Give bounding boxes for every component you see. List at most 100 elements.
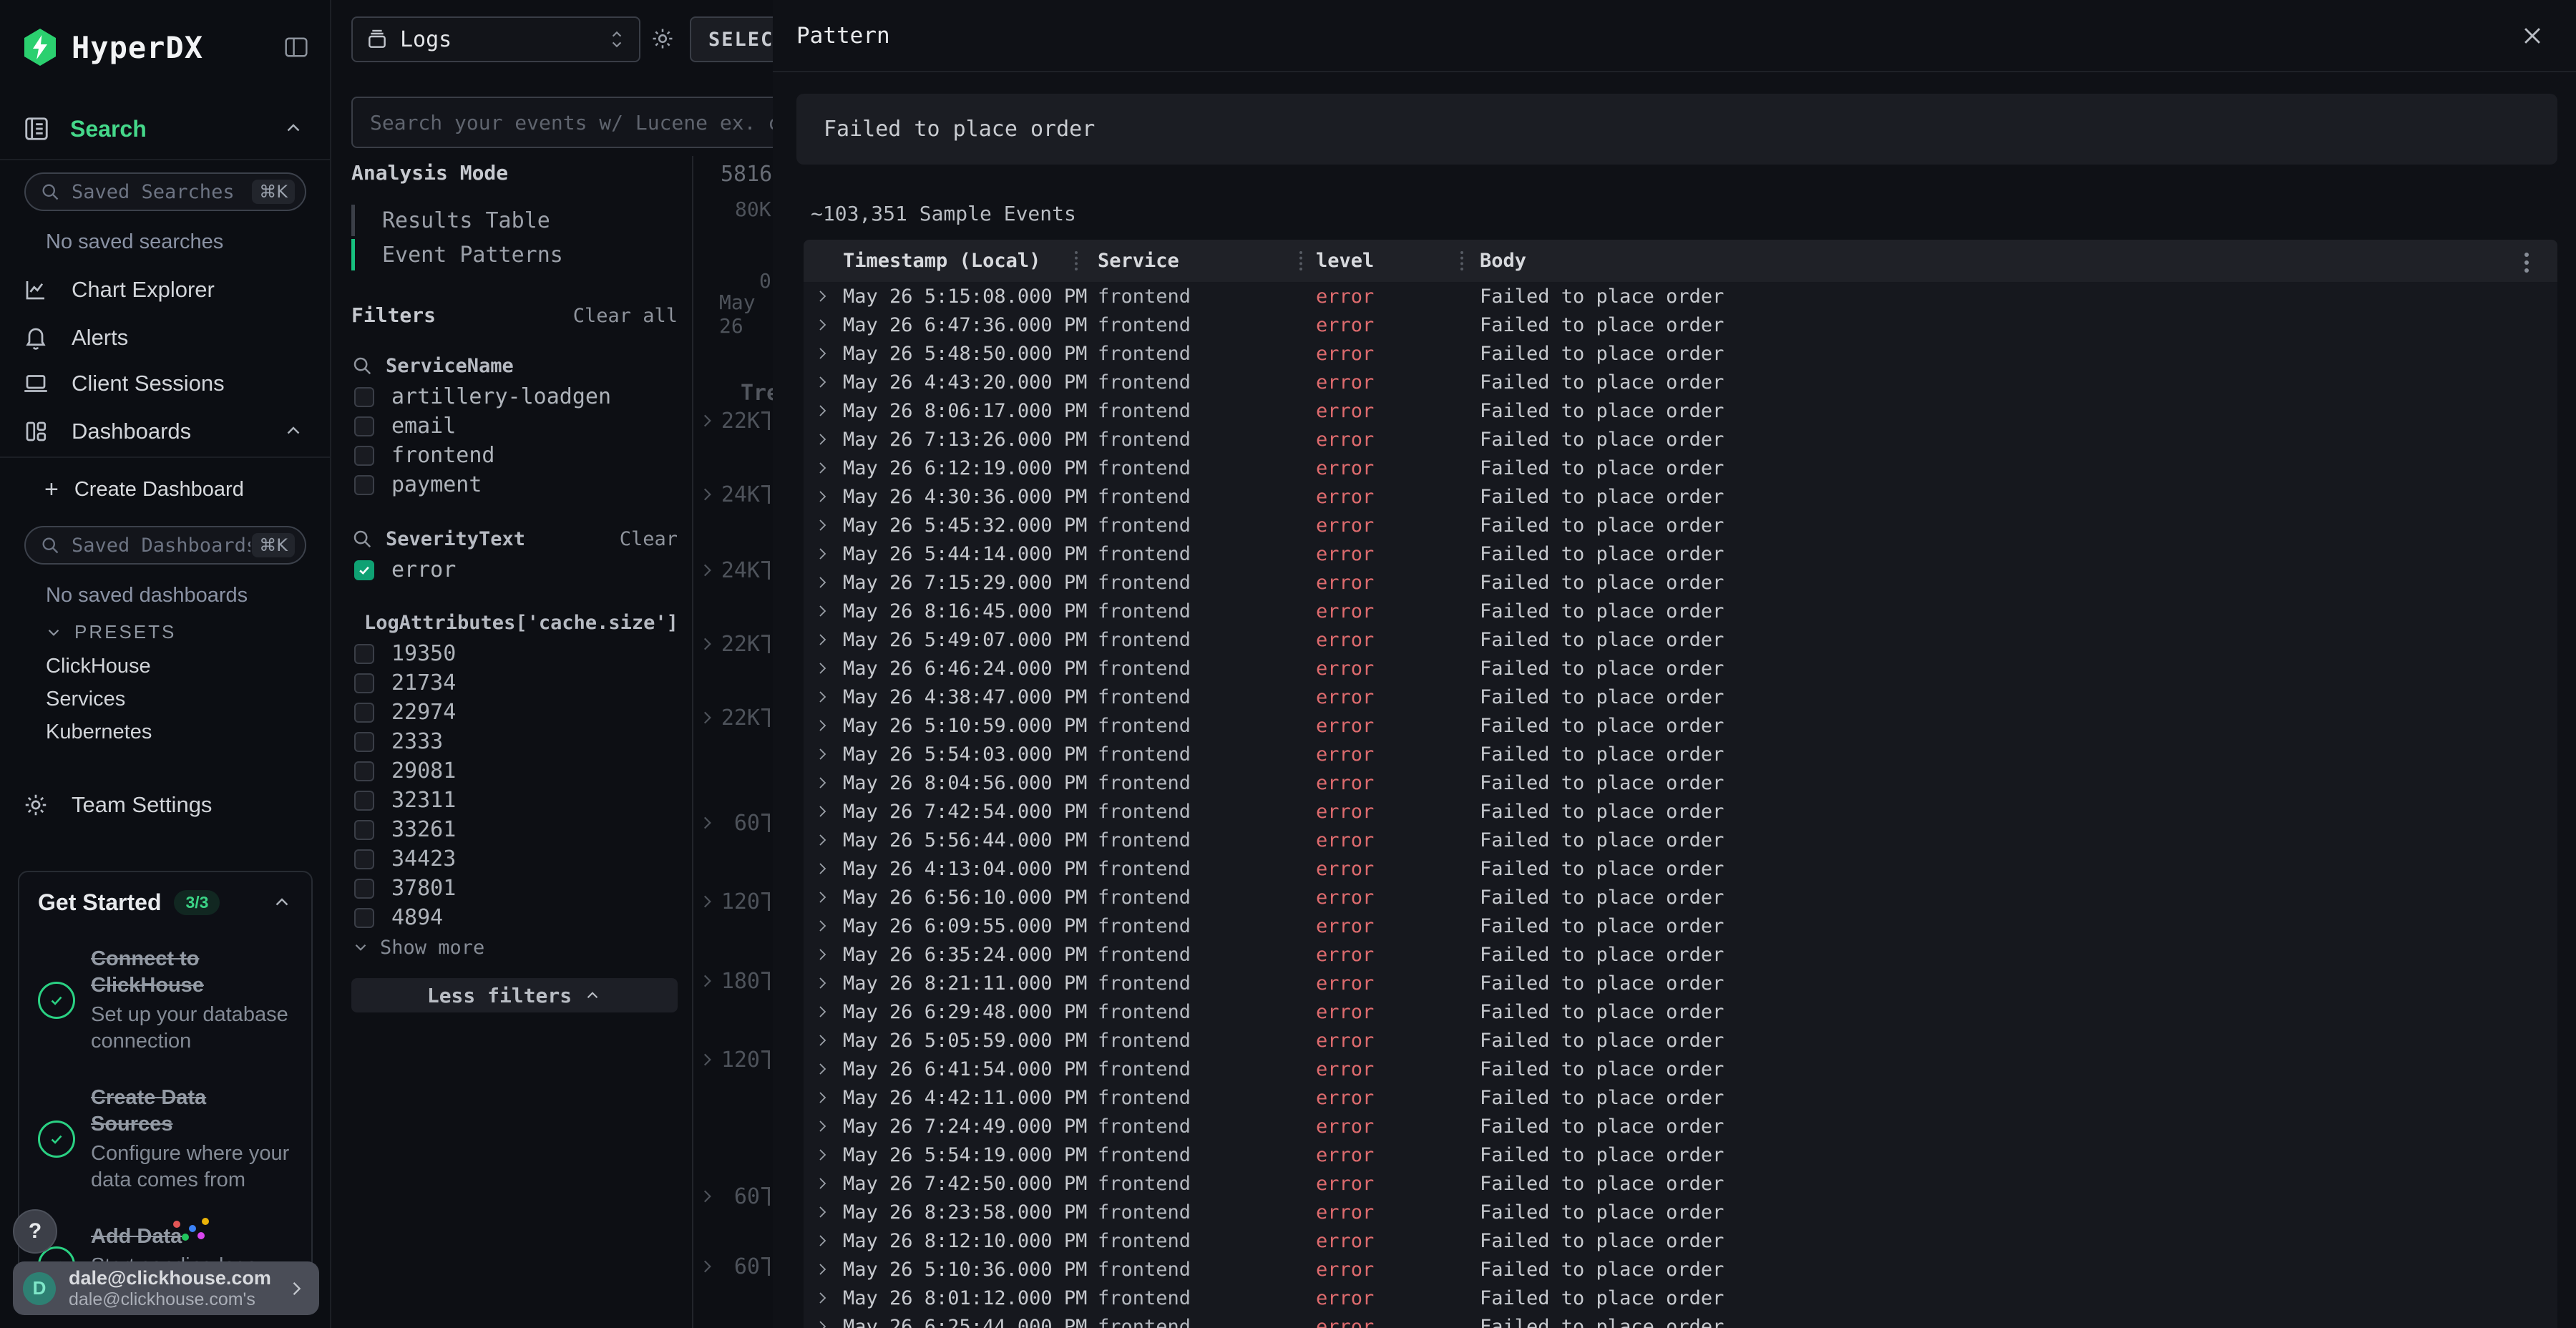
row-expand-chevron-icon[interactable]: [814, 940, 831, 969]
table-row[interactable]: May 26 4:30:36.000 PM frontend error Fai…: [804, 482, 2557, 511]
checkbox[interactable]: [354, 820, 374, 840]
table-row[interactable]: May 26 6:12:19.000 PM frontend error Fai…: [804, 454, 2557, 482]
checkbox[interactable]: [354, 416, 374, 436]
row-expand-chevron-icon[interactable]: [814, 912, 831, 940]
table-row[interactable]: May 26 5:54:03.000 PM frontend error Fai…: [804, 740, 2557, 768]
column-resize-handle[interactable]: [1075, 251, 1078, 270]
table-row[interactable]: May 26 6:41:54.000 PM frontend error Fai…: [804, 1055, 2557, 1083]
row-expand-chevron-icon[interactable]: [814, 969, 831, 997]
pattern-row-partial[interactable]: 60: [698, 1252, 770, 1281]
saved-dashboards-input[interactable]: ⌘K: [24, 526, 306, 565]
table-row[interactable]: May 26 8:04:56.000 PM frontend error Fai…: [804, 768, 2557, 797]
table-row[interactable]: May 26 6:35:24.000 PM frontend error Fai…: [804, 940, 2557, 969]
checkbox[interactable]: [354, 761, 374, 781]
checkbox[interactable]: [354, 703, 374, 723]
table-row[interactable]: May 26 5:49:07.000 PM frontend error Fai…: [804, 625, 2557, 654]
table-row[interactable]: May 26 8:16:45.000 PM frontend error Fai…: [804, 597, 2557, 625]
filter-option[interactable]: email: [351, 411, 678, 441]
table-row[interactable]: May 26 5:45:32.000 PM frontend error Fai…: [804, 511, 2557, 540]
checkbox[interactable]: [354, 560, 374, 580]
row-expand-chevron-icon[interactable]: [814, 282, 831, 311]
checkbox[interactable]: [354, 446, 374, 466]
pattern-row-partial[interactable]: 60: [698, 1182, 770, 1211]
row-expand-chevron-icon[interactable]: [814, 311, 831, 339]
saved-searches-field[interactable]: [70, 180, 252, 204]
table-row[interactable]: May 26 5:48:50.000 PM frontend error Fai…: [804, 339, 2557, 368]
row-expand-chevron-icon[interactable]: [814, 683, 831, 711]
pattern-row-partial[interactable]: 120: [698, 887, 770, 916]
mode-event-patterns[interactable]: Event Patterns: [351, 238, 678, 272]
table-row[interactable]: May 26 5:44:14.000 PM frontend error Fai…: [804, 540, 2557, 568]
source-settings-gear-icon[interactable]: [650, 26, 675, 51]
row-expand-chevron-icon[interactable]: [814, 1141, 831, 1169]
column-header-level[interactable]: level: [1316, 240, 1374, 282]
event-search-bar[interactable]: [351, 97, 773, 148]
get-started-header[interactable]: Get Started 3/3: [38, 889, 293, 916]
row-expand-chevron-icon[interactable]: [814, 597, 831, 625]
table-row[interactable]: May 26 6:56:10.000 PM frontend error Fai…: [804, 883, 2557, 912]
table-row[interactable]: May 26 5:10:36.000 PM frontend error Fai…: [804, 1255, 2557, 1284]
row-expand-chevron-icon[interactable]: [814, 1112, 831, 1141]
row-expand-chevron-icon[interactable]: [814, 883, 831, 912]
clear-link[interactable]: Clear: [620, 528, 678, 550]
filter-option[interactable]: 4894: [351, 903, 678, 932]
row-expand-chevron-icon[interactable]: [814, 797, 831, 826]
row-expand-chevron-icon[interactable]: [814, 1255, 831, 1284]
checkbox[interactable]: [354, 908, 374, 928]
table-row[interactable]: May 26 5:15:08.000 PM frontend error Fai…: [804, 282, 2557, 311]
table-row[interactable]: May 26 6:47:36.000 PM frontend error Fai…: [804, 311, 2557, 339]
row-expand-chevron-icon[interactable]: [814, 511, 831, 540]
filter-option[interactable]: 33261: [351, 815, 678, 844]
sidebar-item-dashboards[interactable]: Dashboards: [23, 414, 304, 449]
filter-option[interactable]: 2333: [351, 727, 678, 756]
row-expand-chevron-icon[interactable]: [814, 396, 831, 425]
table-row[interactable]: May 26 7:42:50.000 PM frontend error Fai…: [804, 1169, 2557, 1198]
column-header-timestamp[interactable]: Timestamp (Local): [843, 240, 1040, 282]
create-dashboard-button[interactable]: + Create Dashboard: [44, 474, 244, 505]
row-expand-chevron-icon[interactable]: [814, 711, 831, 740]
sidebar-item-chart-explorer[interactable]: Chart Explorer: [23, 273, 304, 307]
pattern-row-partial[interactable]: 22K: [698, 630, 770, 658]
table-row[interactable]: May 26 7:42:54.000 PM frontend error Fai…: [804, 797, 2557, 826]
filter-option[interactable]: 37801: [351, 874, 678, 903]
filter-option[interactable]: error: [351, 555, 678, 585]
search-icon[interactable]: [351, 355, 373, 376]
filter-option[interactable]: 22974: [351, 698, 678, 727]
row-expand-chevron-icon[interactable]: [814, 1226, 831, 1255]
table-row[interactable]: May 26 8:23:58.000 PM frontend error Fai…: [804, 1198, 2557, 1226]
row-expand-chevron-icon[interactable]: [814, 1083, 831, 1112]
filter-option[interactable]: frontend: [351, 441, 678, 470]
row-expand-chevron-icon[interactable]: [814, 997, 831, 1026]
table-row[interactable]: May 26 6:29:48.000 PM frontend error Fai…: [804, 997, 2557, 1026]
row-expand-chevron-icon[interactable]: [814, 568, 831, 597]
filter-option[interactable]: payment: [351, 470, 678, 499]
row-expand-chevron-icon[interactable]: [814, 540, 831, 568]
row-expand-chevron-icon[interactable]: [814, 1055, 831, 1083]
table-row[interactable]: May 26 7:24:49.000 PM frontend error Fai…: [804, 1112, 2557, 1141]
row-expand-chevron-icon[interactable]: [814, 1312, 831, 1328]
sidebar-item-team-settings[interactable]: Team Settings: [23, 787, 212, 823]
chevron-up-icon[interactable]: [283, 118, 304, 140]
table-options-menu-icon[interactable]: [2524, 253, 2529, 273]
table-row[interactable]: May 26 5:56:44.000 PM frontend error Fai…: [804, 826, 2557, 854]
row-expand-chevron-icon[interactable]: [814, 1026, 831, 1055]
table-row[interactable]: May 26 4:42:11.000 PM frontend error Fai…: [804, 1083, 2557, 1112]
chevron-up-icon[interactable]: [271, 892, 293, 914]
filter-option[interactable]: artillery-loadgen: [351, 382, 678, 411]
show-more-link[interactable]: Show more: [351, 932, 678, 962]
preset-item[interactable]: Kubernetes: [46, 716, 152, 748]
checkbox[interactable]: [354, 791, 374, 811]
help-button[interactable]: ?: [13, 1209, 57, 1254]
row-expand-chevron-icon[interactable]: [814, 1198, 831, 1226]
row-expand-chevron-icon[interactable]: [814, 740, 831, 768]
row-expand-chevron-icon[interactable]: [814, 768, 831, 797]
table-row[interactable]: May 26 4:43:20.000 PM frontend error Fai…: [804, 368, 2557, 396]
row-expand-chevron-icon[interactable]: [814, 1284, 831, 1312]
column-header-service[interactable]: Service: [1098, 240, 1179, 282]
preset-item[interactable]: Services: [46, 683, 152, 716]
get-started-step[interactable]: Connect to ClickHouse Set up your databa…: [38, 946, 293, 1055]
user-menu[interactable]: D dale@clickhouse.com dale@clickhouse.co…: [13, 1261, 319, 1315]
row-expand-chevron-icon[interactable]: [814, 425, 831, 454]
table-row[interactable]: May 26 7:15:29.000 PM frontend error Fai…: [804, 568, 2557, 597]
select-columns-button[interactable]: SELECT: [690, 16, 773, 62]
